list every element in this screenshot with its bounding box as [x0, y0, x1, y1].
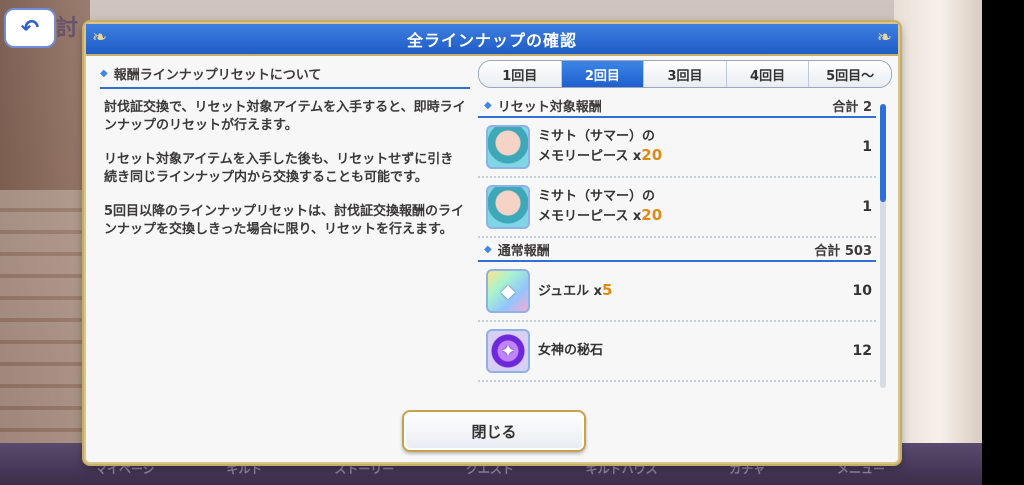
list-item: ミサト（サマー）の メモリーピース x20 1: [478, 178, 876, 238]
round-tabs: 1回目 2回目 3回目 4回目 5回目～: [478, 60, 892, 88]
tab-round-4[interactable]: 4回目: [726, 61, 810, 87]
item-count: 1: [862, 139, 872, 155]
tab-round-2[interactable]: 2回目: [561, 61, 645, 87]
group-title: リセット対象報酬: [497, 99, 602, 115]
lineup-dialog: ❧ 全ラインナップの確認 ❧ ◆ 報酬ラインナップリセットについて 討伐証交換で…: [84, 22, 900, 464]
tab-round-5-plus[interactable]: 5回目～: [809, 61, 891, 87]
item-count: 1: [862, 199, 872, 215]
gem-icon: ◆: [501, 280, 515, 302]
info-paragraph: 討伐証交換で、リセット対象アイテムを入手すると、即時ラインナップのリセットが行え…: [104, 100, 466, 133]
reward-list[interactable]: ◆ リセット対象報酬 合計 2 ミサト（サマー）の メモリーピース x20 1 ミ…: [478, 94, 876, 394]
page-title: 討: [56, 16, 79, 41]
info-paragraph: リセット対象アイテムを入手した後も、リセットせずに引き続き同じラインナップ内から…: [104, 152, 454, 185]
section-header: ◆ 報酬ラインナップリセットについて: [100, 64, 470, 89]
item-quantity: 5: [602, 281, 613, 299]
memory-piece-icon[interactable]: [486, 125, 530, 169]
item-name: ミサト（サマー）の メモリーピース x20: [538, 189, 663, 224]
back-button[interactable]: ↶: [4, 8, 56, 48]
info-paragraph: 5回目以降のラインナップリセットは、討伐証交換報酬のラインナップを交換しきった場…: [104, 204, 465, 237]
ornament-icon: ❧: [876, 27, 892, 48]
normal-reward-header: ◆ 通常報酬 合計 503: [478, 238, 876, 262]
item-quantity: 20: [641, 146, 663, 164]
item-count: 10: [852, 283, 872, 299]
tab-round-3[interactable]: 3回目: [644, 61, 727, 87]
close-button[interactable]: 閉じる: [402, 410, 586, 452]
diamond-bullet-icon: ◆: [100, 68, 108, 79]
diamond-bullet-icon: ◆: [484, 243, 492, 255]
item-count: 12: [852, 343, 872, 359]
ornament-icon: ❧: [92, 27, 108, 48]
item-name: ミサト（サマー）の メモリーピース x20: [538, 129, 663, 164]
item-name: ジュエル x5: [538, 281, 613, 299]
list-item: ✦ 女神の秘石 12: [478, 322, 876, 382]
group-title: 通常報酬: [497, 243, 550, 259]
back-arrow-icon: ↶: [20, 15, 40, 41]
background-pillar: [894, 0, 984, 485]
memory-piece-icon[interactable]: [486, 185, 530, 229]
section-title: 報酬ラインナップリセットについて: [113, 68, 322, 83]
scrollbar-thumb[interactable]: [880, 104, 886, 202]
jewel-icon[interactable]: ◆: [486, 269, 530, 313]
screen-edge: [982, 0, 1024, 485]
item-name: 女神の秘石: [538, 343, 604, 358]
dialog-title: 全ラインナップの確認: [406, 31, 577, 50]
reset-reward-header: ◆ リセット対象報酬 合計 2: [478, 94, 876, 118]
sparkle-icon: ✦: [500, 340, 516, 362]
group-total: 合計 2: [832, 99, 872, 115]
list-item: ◆ ジュエル x5 10: [478, 262, 876, 322]
tab-round-1[interactable]: 1回目: [479, 61, 562, 87]
group-total: 合計 503: [814, 243, 872, 259]
list-item: ミサト（サマー）の メモリーピース x20 1: [478, 118, 876, 178]
goddess-stone-icon[interactable]: ✦: [486, 329, 530, 373]
item-quantity: 20: [641, 206, 663, 224]
reset-info-panel: ◆ 報酬ラインナップリセットについて 討伐証交換で、リセット対象アイテムを入手す…: [100, 64, 470, 239]
scrollbar[interactable]: [880, 104, 886, 388]
dialog-header: ❧ 全ラインナップの確認 ❧: [86, 24, 898, 56]
diamond-bullet-icon: ◆: [484, 99, 492, 111]
